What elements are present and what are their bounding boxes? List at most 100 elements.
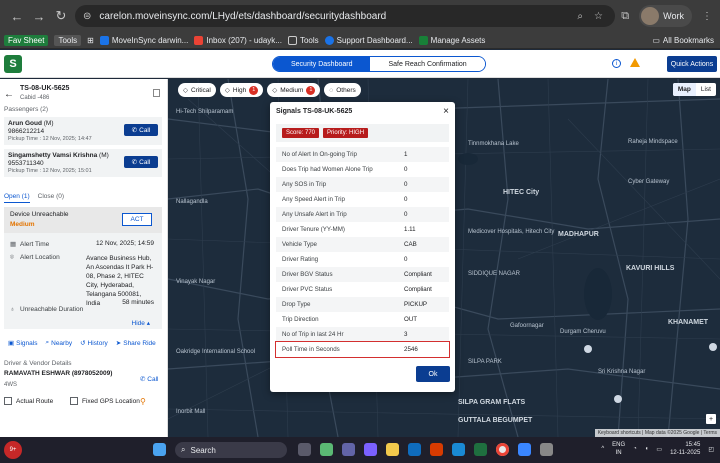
- apps-grid-icon[interactable]: ⊞: [87, 36, 94, 45]
- info-icon[interactable]: i: [612, 59, 621, 68]
- bookmark-support-dashboard[interactable]: Support Dashboard...: [324, 35, 413, 45]
- reload-icon[interactable]: ↻: [50, 5, 72, 27]
- back-arrow-icon[interactable]: ←: [4, 89, 14, 100]
- back-icon[interactable]: ←: [6, 5, 28, 27]
- office-icon[interactable]: [430, 443, 443, 456]
- site-info-icon[interactable]: ⊜: [83, 11, 91, 22]
- map-label: GUTTALA BEGUMPET: [458, 417, 533, 424]
- quick-actions-button[interactable]: Quick Actions: [667, 56, 717, 72]
- outlook-icon[interactable]: [408, 443, 421, 456]
- close-icon[interactable]: ×: [443, 106, 449, 117]
- circle-icon: ◌: [329, 86, 334, 94]
- bookmark-star-icon[interactable]: ☆: [594, 11, 603, 22]
- edge-icon[interactable]: [452, 443, 465, 456]
- extensions-icon[interactable]: ⧉: [621, 10, 629, 23]
- map-label: SILPA PARK: [468, 359, 502, 365]
- signal-value: Compliant: [404, 286, 432, 293]
- bookmark-manage-assets[interactable]: Manage Assets: [418, 35, 485, 45]
- windows-taskbar: 9+ ⌕ Search ^ ENG IN ◔ ◖ ▭ 15:45 12-11-2025…: [0, 437, 720, 463]
- task-view-icon[interactable]: [298, 443, 311, 456]
- language-indicator[interactable]: ENG IN: [612, 441, 625, 457]
- all-bookmarks[interactable]: ▭ All Bookmarks: [652, 36, 714, 45]
- signal-row: Driver Rating 0: [276, 252, 449, 267]
- battery-icon[interactable]: ▭: [656, 446, 662, 453]
- notifications-icon[interactable]: ◰: [708, 446, 714, 453]
- menu-icon[interactable]: ⋮: [702, 11, 712, 22]
- call-passenger-button[interactable]: ✆ Call: [124, 156, 158, 168]
- bookmark-tools-folder[interactable]: Tools: [287, 35, 319, 45]
- zoom-in-icon[interactable]: +: [706, 414, 716, 424]
- signal-key: Driver PVC Status: [282, 286, 333, 293]
- clock[interactable]: 15:45 12-11-2025: [670, 441, 700, 457]
- zoom-icon[interactable]: ⌕: [577, 11, 583, 22]
- signals-action[interactable]: ▣ Signals: [8, 339, 37, 348]
- history-action[interactable]: ↺ History: [80, 339, 108, 348]
- hide-link[interactable]: Hide ▴: [132, 319, 150, 327]
- taskbar-search[interactable]: ⌕ Search: [175, 442, 287, 458]
- chip-medium[interactable]: ◇ Medium 1: [267, 83, 321, 97]
- chip-label: Critical: [191, 86, 211, 94]
- taskbar-search-label: Search: [190, 445, 216, 455]
- call-driver-label: Call: [147, 376, 159, 383]
- ok-button[interactable]: Ok: [416, 366, 450, 382]
- nearby-action[interactable]: ⌕ Nearby: [45, 339, 72, 347]
- passenger-card: Singamshetty Vamsi Krishna (M) 955371134…: [4, 149, 162, 177]
- checkbox-box[interactable]: [70, 397, 78, 405]
- diamond-icon: ◇: [272, 87, 278, 94]
- start-icon[interactable]: [153, 443, 166, 456]
- address-bar[interactable]: ⊜ carelon.moveinsync.com/LHyd/ets/dashbo…: [75, 5, 615, 27]
- app-icon[interactable]: [474, 443, 487, 456]
- browser-toolbar: ← → ↻ ⊜ carelon.moveinsync.com/LHyd/ets/…: [0, 0, 720, 32]
- passengers-title: Passengers (2): [4, 106, 49, 113]
- settings-icon[interactable]: [540, 443, 553, 456]
- score-badges: Score: 770 Priority: HIGH: [276, 124, 449, 142]
- volume-icon[interactable]: ◖: [645, 446, 649, 452]
- chrome-icon[interactable]: [496, 443, 509, 456]
- chip-count: 1: [306, 85, 316, 95]
- store-icon[interactable]: [518, 443, 531, 456]
- map-label: KHANAMET: [668, 319, 709, 326]
- forward-icon[interactable]: →: [28, 5, 50, 27]
- actual-route-checkbox[interactable]: Actual Route: [4, 397, 53, 405]
- act-button[interactable]: ACT: [122, 213, 152, 226]
- call-driver-link[interactable]: ✆ Call: [140, 375, 158, 383]
- copilot-icon[interactable]: [320, 443, 333, 456]
- tab-security-dashboard[interactable]: Security Dashboard: [273, 57, 371, 71]
- phone-icon: ✆: [140, 376, 146, 383]
- map-toggle-button[interactable]: Map: [672, 83, 696, 96]
- alert-header: Device Unreachable Medium ACT: [4, 207, 162, 233]
- alert-severity: Medium: [10, 221, 35, 228]
- wifi-icon[interactable]: ◔: [633, 446, 637, 452]
- fixed-gps-checkbox[interactable]: Fixed GPS Location: [70, 397, 140, 405]
- profile-button[interactable]: Work: [639, 5, 692, 27]
- bookmark-inbox[interactable]: Inbox (207) - udayk...: [194, 35, 282, 45]
- explorer-icon[interactable]: [386, 443, 399, 456]
- map-label: MADHAPUR: [558, 231, 599, 238]
- signal-key: Any Unsafe Alert in Trip: [282, 211, 347, 218]
- bookmark-moveinsync[interactable]: MoveInSync darwin...: [99, 35, 188, 45]
- chip-high[interactable]: ◇ High 1: [219, 83, 264, 97]
- checkbox-box[interactable]: [4, 397, 12, 405]
- map-attribution: Keyboard shortcuts | Map data ©2025 Goog…: [594, 429, 720, 437]
- tab-open[interactable]: Open (1): [4, 193, 30, 203]
- document-icon[interactable]: [153, 89, 160, 97]
- list-toggle-button[interactable]: List: [696, 83, 716, 96]
- chip-critical[interactable]: ◇ Critical: [178, 83, 216, 97]
- chip-others[interactable]: ◌ Others: [324, 83, 361, 97]
- call-passenger-button[interactable]: ✆ Call: [124, 124, 158, 136]
- signal-key: Trip Direction: [282, 316, 319, 323]
- chevron-up-icon[interactable]: ^: [601, 446, 604, 452]
- map-label: SIDDIQUE NAGAR: [468, 271, 521, 277]
- bookmark-fav-sheet[interactable]: Fav Sheet: [4, 34, 49, 46]
- signal-row: Driver BGV Status Compliant: [276, 267, 449, 282]
- tab-safe-reach[interactable]: Safe Reach Confirmation: [370, 57, 485, 71]
- weather-widget-icon[interactable]: 9+: [4, 441, 22, 459]
- teams-icon[interactable]: [342, 443, 355, 456]
- warning-icon[interactable]: [630, 58, 640, 67]
- signal-key: Any Speed Alert in Trip: [282, 196, 345, 203]
- share-ride-action[interactable]: ➤ Share Ride: [116, 339, 156, 348]
- alert-tabs: Open (1) Close (0): [4, 193, 64, 203]
- bookmark-tools[interactable]: Tools: [54, 34, 82, 46]
- phone-link-icon[interactable]: [364, 443, 377, 456]
- tab-close[interactable]: Close (0): [38, 193, 64, 203]
